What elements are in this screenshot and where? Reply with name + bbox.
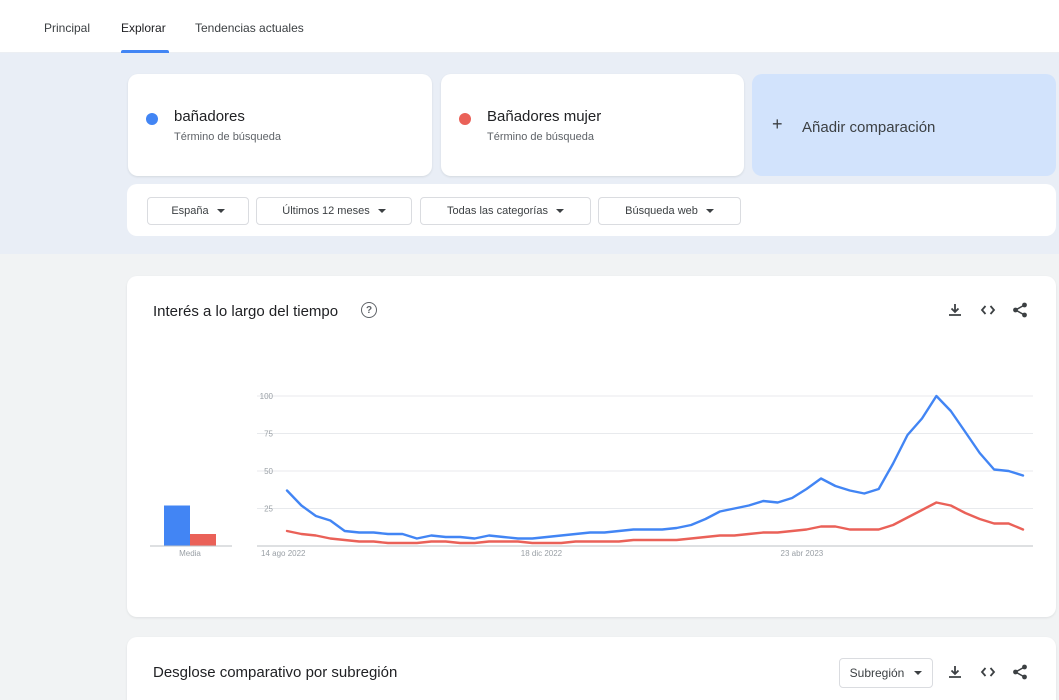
- x-tick-label: 14 ago 2022: [261, 549, 306, 558]
- add-comparison-label: Añadir comparación: [802, 119, 936, 136]
- term-card-banadores-mujer[interactable]: Bañadores mujer Término de búsqueda: [441, 74, 744, 176]
- interest-line-chart: 100 75 50 25 14 ago 2022 18 dic 2022 23 abr 20…: [150, 392, 1033, 558]
- x-tick-label: 23 abr 2023: [781, 549, 824, 558]
- term-color-dot: [459, 113, 471, 125]
- term-subtitle: Término de búsqueda: [487, 131, 595, 143]
- filter-search-type-dropdown[interactable]: Búsqueda web: [598, 197, 741, 225]
- term-card-banadores[interactable]: bañadores Término de búsqueda: [128, 74, 432, 176]
- filter-category-dropdown[interactable]: Todas las categorías: [420, 197, 591, 225]
- caret-down-icon: [216, 209, 225, 213]
- embed-icon[interactable]: [979, 663, 997, 681]
- caret-down-icon: [377, 209, 386, 213]
- subregion-dropdown[interactable]: Subregión: [839, 658, 933, 688]
- nav-tab-explorar[interactable]: Explorar: [121, 21, 166, 35]
- add-comparison-button[interactable]: + Añadir comparación: [752, 74, 1056, 176]
- filter-bar: España Últimos 12 meses Todas las catego…: [127, 184, 1056, 236]
- y-tick-label: 75: [264, 430, 273, 439]
- top-nav: Principal Explorar Tendencias actuales: [0, 0, 1059, 53]
- average-bar: [190, 534, 216, 546]
- filter-label: Búsqueda web: [625, 205, 698, 217]
- caret-down-icon: [705, 209, 714, 213]
- caret-down-icon: [555, 209, 564, 213]
- nav-tab-principal[interactable]: Principal: [44, 21, 90, 35]
- nav-tab-tendencias[interactable]: Tendencias actuales: [195, 21, 304, 35]
- series-line-banadores: [285, 394, 1025, 540]
- term-color-dot: [146, 113, 158, 125]
- caret-down-icon: [914, 671, 923, 675]
- card-title: Desglose comparativo por subregión: [153, 664, 398, 681]
- subregion-breakdown-card: Desglose comparativo por subregión Subre…: [127, 637, 1056, 700]
- filter-region-dropdown[interactable]: España: [147, 197, 249, 225]
- average-bar: [164, 505, 190, 546]
- y-tick-label: 25: [264, 505, 273, 514]
- term-name: Bañadores mujer: [487, 108, 602, 125]
- interest-over-time-card: Interés a lo largo del tiempo ? 100 75 50 2…: [127, 276, 1056, 617]
- average-label: Media: [179, 549, 201, 558]
- term-subtitle: Término de búsqueda: [174, 131, 282, 143]
- filter-time-dropdown[interactable]: Últimos 12 meses: [256, 197, 412, 225]
- term-name: bañadores: [174, 108, 245, 125]
- filter-label: Últimos 12 meses: [282, 205, 370, 217]
- plus-icon: +: [772, 114, 783, 134]
- filter-label: España: [171, 205, 209, 217]
- y-tick-label: 100: [260, 392, 274, 401]
- download-icon[interactable]: [946, 663, 964, 681]
- filter-label: Todas las categorías: [447, 205, 548, 217]
- y-tick-label: 50: [264, 467, 273, 476]
- x-tick-label: 18 dic 2022: [521, 549, 563, 558]
- share-icon[interactable]: [1011, 663, 1029, 681]
- subregion-label: Subregión: [849, 666, 905, 680]
